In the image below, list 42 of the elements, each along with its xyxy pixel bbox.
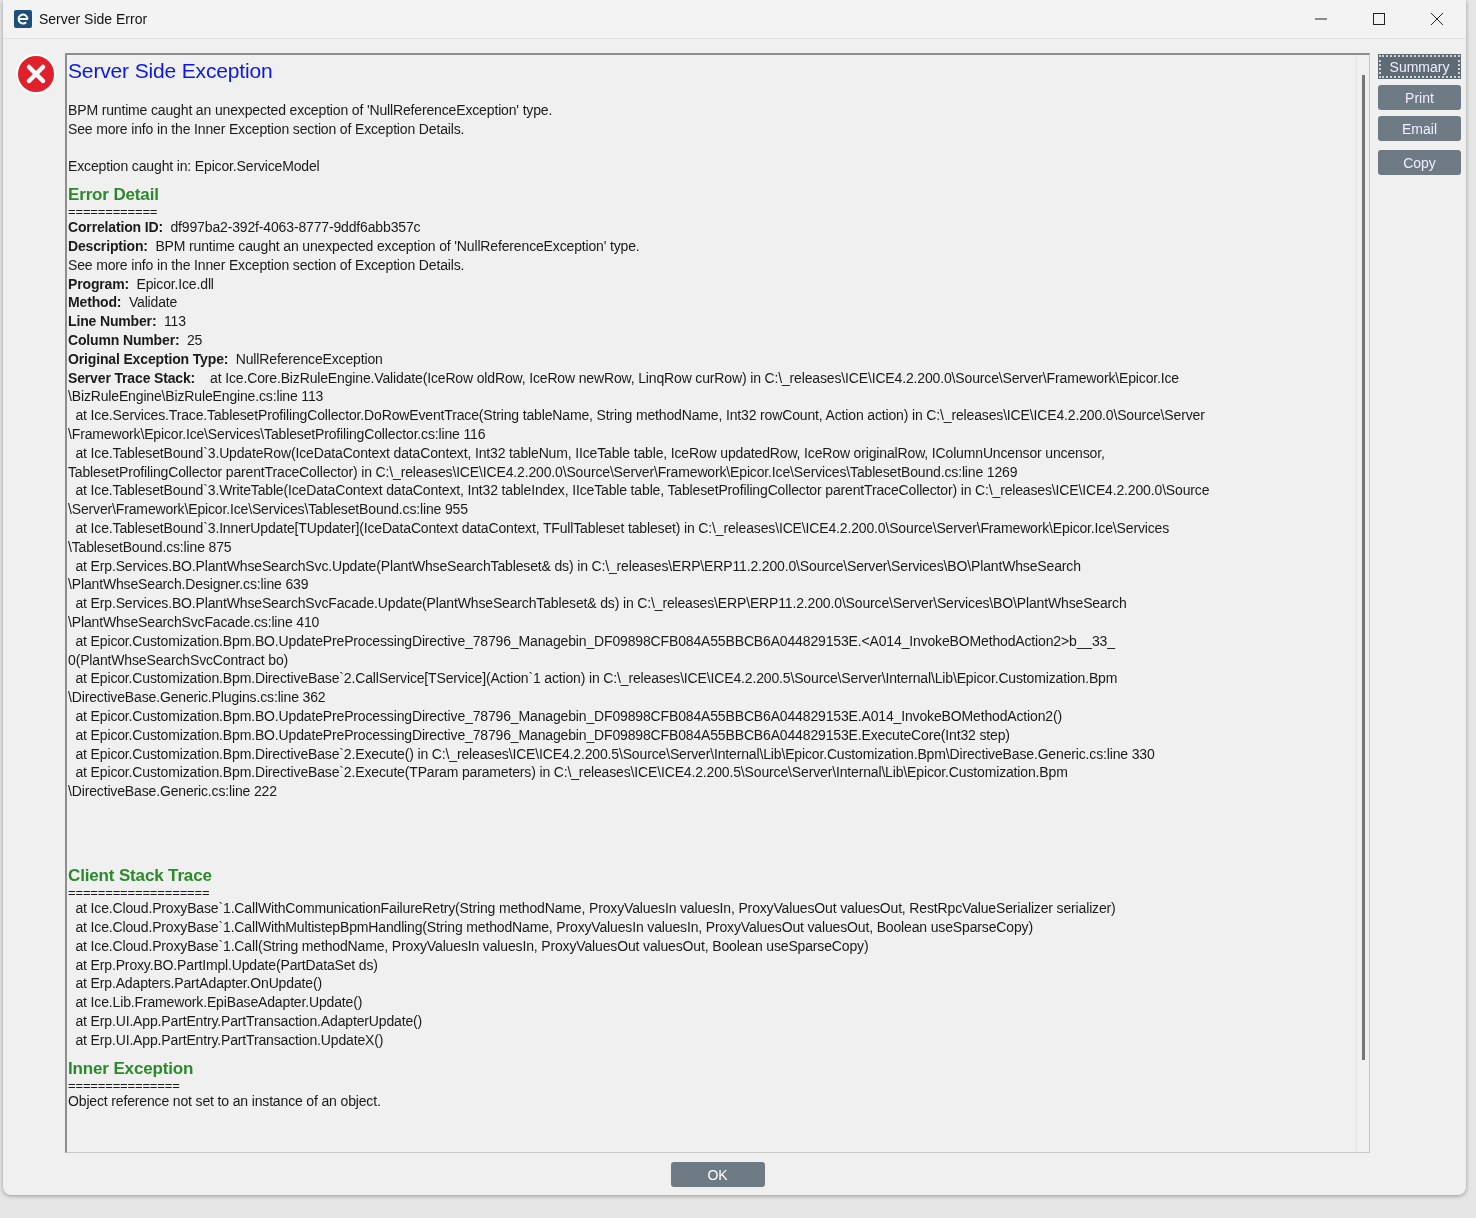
stack-frame-line: at Epicor.Customization.Bpm.DirectiveBase`2.Execute() in C:\_releases\ICE\ICE4.2.200.5\Source\Server\Internal\Lib\Epicor.Customization.Bpm\DirectiveBase.Generic.cs:line 330 (74, 744, 1156, 764)
section-heading: Inner Exception (68, 1057, 195, 1080)
stack-frame-line: at Erp.Proxy.BO.PartImpl.Update(PartDataSet ds) (74, 955, 379, 975)
close-icon (1430, 12, 1444, 26)
detail-field: Program: Epicor.Ice.dll (68, 274, 1356, 294)
separator-text: =============== (68, 1079, 181, 1092)
side-button[interactable]: Print (1378, 85, 1461, 110)
separator-text: ============ (68, 206, 159, 219)
stack-frame-line: at Epicor.Customization.Bpm.BO.UpdatePreProcessingDirective_78796_Managebin_DF09898CFB084A55BBCB6A044829153E.A014_InvokeBOMethodAction2() (74, 706, 1063, 726)
stack-frame-line: at Erp.UI.App.PartEntry.PartTransaction.UpdateX() (74, 1030, 385, 1050)
section-heading: Client Stack Trace (68, 865, 213, 888)
maximize-icon (1372, 12, 1386, 26)
side-button[interactable]: Email (1378, 116, 1461, 141)
detail-field: Description: BPM runtime caught an unexpected exception of 'NullReferenceException' type. See more info in the Inner Exception section of Exception Details. (68, 237, 1356, 275)
side-button[interactable]: Copy (1378, 150, 1461, 175)
stack-frame-line: at Erp.Adapters.PartAdapter.OnUpdate() (74, 974, 323, 994)
scrollbar-thumb[interactable] (1361, 75, 1365, 1060)
stack-frame-line: at Erp.UI.App.PartEntry.PartTransaction.AdapterUpdate() (74, 1012, 424, 1031)
stack-frame-line: at Epicor.Customization.Bpm.BO.UpdatePreProcessingDirective_78796_Managebin_DF09898CFB084A55BBCB6A044829153E.ExecuteCore(Int32 step) (74, 725, 1011, 745)
error-icon (15, 53, 57, 95)
stack-frame-line: at Ice.Cloud.ProxyBase`1.CallWithMultistepBpmHandling(String methodName, ProxyValuesIn valuesIn, ProxyValuesOut valuesOut, Boolean useSparseCopy) (74, 918, 1034, 937)
detail-field: Line Number: 113 (68, 312, 1356, 331)
message-line: See more info in the Inner Exception section of Exception Details. (68, 119, 466, 139)
separator-text: =================== (68, 887, 211, 900)
section-heading: Error Detail (68, 184, 160, 207)
window-title: Server Side Error (39, 11, 149, 27)
detail-field: Correlation ID: df997ba2-392f-4063-8777-9ddf6abb357c (68, 218, 1356, 237)
app-icon (14, 10, 32, 28)
inner-exception-message: Object reference not set to an instance of an object. (68, 1091, 382, 1111)
detail-field: Original Exception Type: NullReferenceException (68, 349, 1356, 369)
detail-field: Method: Validate (68, 293, 1356, 313)
caught-in-text: Exception caught in: Epicor.ServiceModel (68, 157, 321, 177)
stack-frame-line: at Ice.Cloud.ProxyBase`1.CallWithCommunicationFailureRetry(String methodName, ProxyValuesIn valuesIn, ProxyValuesOut valuesOut, RestRpcValueSerializer serializer) (74, 899, 1117, 919)
stack-frame-line: at Epicor.Customization.Bpm.DirectiveBase`2.Execute(TParam parameters) in C:\_releases\ICE\ICE4.2.200.5\Source\Server\Internal\Lib\Epicor.Customization.Bpm \DirectiveBase.Generic.cs:line 222 (68, 763, 1069, 801)
ok-button[interactable]: OK (670, 1162, 765, 1187)
exception-title: Server Side Exception (68, 58, 274, 84)
message-line: BPM runtime caught an unexpected exception of 'NullReferenceException' type. (68, 101, 554, 120)
stack-frame-line: at Epicor.Customization.Bpm.BO.UpdatePreProcessingDirective_78796_Managebin_DF09898CFB084A55BBCB6A044829153E.<A014_InvokeBOMethodAction2>b__33_ 0(PlantWhseSearchSvcContract bo) (68, 631, 1117, 670)
detail-field: Column Number: 25 (68, 330, 1356, 350)
stack-frame-line: at Ice.Lib.Framework.EpiBaseAdapter.Update() (74, 993, 364, 1013)
side-button[interactable]: Summary (1378, 54, 1461, 79)
stack-frame-line: at Ice.Cloud.ProxyBase`1.Call(String methodName, ProxyValuesIn valuesIn, ProxyValuesOut valuesOut, Boolean useSparseCopy) (74, 936, 870, 956)
